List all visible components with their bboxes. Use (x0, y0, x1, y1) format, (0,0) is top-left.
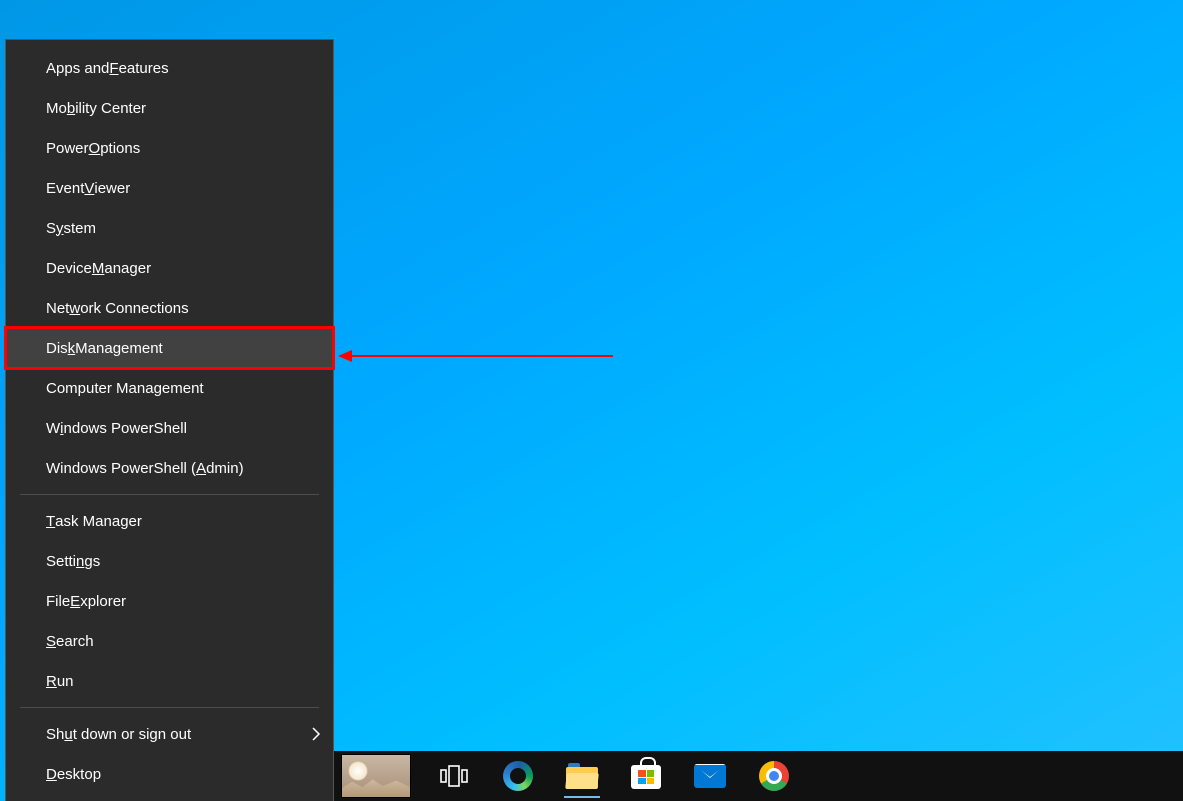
menu-item-mnemonic: T (46, 513, 55, 530)
task-view-icon (439, 761, 469, 791)
annotation-arrow (338, 346, 618, 366)
menu-item-label-pre: Dis (46, 340, 68, 357)
menu-item-label-post: ork Connections (80, 300, 188, 317)
chrome-icon (759, 761, 789, 791)
menu-item-label-post: ask Manager (55, 513, 142, 530)
menu-item-mnemonic: D (46, 766, 57, 783)
menu-item-label-post: gs (84, 553, 100, 570)
menu-item-label-post: ptions (100, 140, 140, 157)
menu-item-label-pre: S (46, 220, 56, 237)
file-explorer-icon (566, 763, 598, 789)
menu-item-mnemonic: E (70, 593, 80, 610)
menu-item-label-pre: Sh (46, 726, 64, 743)
menu-item-label-post: stem (64, 220, 97, 237)
menu-item-label-pre: Event (46, 180, 84, 197)
menu-item-label-post: earch (56, 633, 94, 650)
menu-item-mobility-center[interactable]: Mobility Center (6, 88, 333, 128)
menu-separator (20, 707, 319, 708)
menu-item-label-post: ility Center (75, 100, 146, 117)
menu-item-windows-powershell[interactable]: Windows PowerShell (6, 408, 333, 448)
menu-item-label-pre: Computer Mana (46, 380, 154, 397)
taskbar-item-mail-app[interactable] (688, 754, 732, 798)
menu-item-mnemonic: O (89, 140, 101, 157)
menu-item-disk-management[interactable]: Disk Management (6, 328, 333, 368)
taskbar-item-weather-widget[interactable] (340, 754, 412, 798)
menu-item-windows-powershell-admin[interactable]: Windows PowerShell (Admin) (6, 448, 333, 488)
taskbar-item-microsoft-store[interactable] (624, 754, 668, 798)
menu-item-mnemonic: n (76, 553, 84, 570)
menu-item-run[interactable]: Run (6, 661, 333, 701)
taskbar-item-google-chrome[interactable] (752, 754, 796, 798)
menu-item-file-explorer[interactable]: File Explorer (6, 581, 333, 621)
menu-item-label-post: ement (162, 380, 204, 397)
menu-item-search[interactable]: Search (6, 621, 333, 661)
menu-item-mnemonic: R (46, 673, 57, 690)
menu-item-label-pre: Setti (46, 553, 76, 570)
menu-item-mnemonic: S (46, 633, 56, 650)
menu-item-mnemonic: k (68, 340, 76, 357)
menu-item-shut-down-or-sign-out[interactable]: Shut down or sign out (6, 714, 333, 754)
menu-item-label-pre: Net (46, 300, 69, 317)
menu-item-label-post: dmin) (206, 460, 244, 477)
menu-item-label-post: xplorer (80, 593, 126, 610)
menu-item-power-options[interactable]: Power Options (6, 128, 333, 168)
menu-item-mnemonic: u (64, 726, 72, 743)
menu-item-system[interactable]: System (6, 208, 333, 248)
menu-item-task-manager[interactable]: Task Manager (6, 501, 333, 541)
menu-item-mnemonic: A (196, 460, 206, 477)
menu-item-device-manager[interactable]: Device Manager (6, 248, 333, 288)
edge-icon (503, 761, 533, 791)
menu-item-label-post: esktop (57, 766, 101, 783)
menu-item-label-post: ndows PowerShell (64, 420, 187, 437)
menu-item-computer-management[interactable]: Computer Management (6, 368, 333, 408)
menu-item-network-connections[interactable]: Network Connections (6, 288, 333, 328)
taskbar-item-edge-browser[interactable] (496, 754, 540, 798)
menu-item-label-pre: Power (46, 140, 89, 157)
menu-separator (20, 494, 319, 495)
chevron-right-icon (311, 726, 321, 742)
menu-item-settings[interactable]: Settings (6, 541, 333, 581)
menu-item-mnemonic: g (154, 380, 162, 397)
menu-item-label-pre: Apps and (46, 60, 109, 77)
menu-item-label-pre: W (46, 420, 60, 437)
menu-item-label-pre: Mo (46, 100, 67, 117)
menu-item-mnemonic: V (84, 180, 94, 197)
menu-item-desktop[interactable]: Desktop (6, 754, 333, 794)
menu-item-mnemonic: M (92, 260, 105, 277)
microsoft-store-icon (631, 763, 661, 789)
menu-item-mnemonic: w (69, 300, 80, 317)
menu-item-label-post: t down or sign out (73, 726, 191, 743)
menu-item-label-pre: File (46, 593, 70, 610)
menu-item-label-post: eatures (119, 60, 169, 77)
menu-item-label-pre: Windows PowerShell ( (46, 460, 196, 477)
menu-item-label-post: anager (104, 260, 151, 277)
menu-item-label-post: Management (75, 340, 163, 357)
mail-icon (694, 764, 726, 788)
weather-icon (341, 754, 411, 798)
menu-item-mnemonic: b (67, 100, 75, 117)
menu-item-apps-and-features[interactable]: Apps and Features (6, 48, 333, 88)
menu-item-mnemonic: y (56, 220, 64, 237)
menu-item-label-post: iewer (94, 180, 130, 197)
winx-context-menu: Apps and FeaturesMobility CenterPower Op… (5, 39, 334, 801)
menu-item-label-post: un (57, 673, 74, 690)
taskbar-item-task-view-button[interactable] (432, 754, 476, 798)
menu-item-label-pre: Device (46, 260, 92, 277)
menu-item-event-viewer[interactable]: Event Viewer (6, 168, 333, 208)
taskbar (334, 751, 1183, 801)
taskbar-item-file-explorer-app[interactable] (560, 754, 604, 798)
menu-item-mnemonic: F (109, 60, 118, 77)
